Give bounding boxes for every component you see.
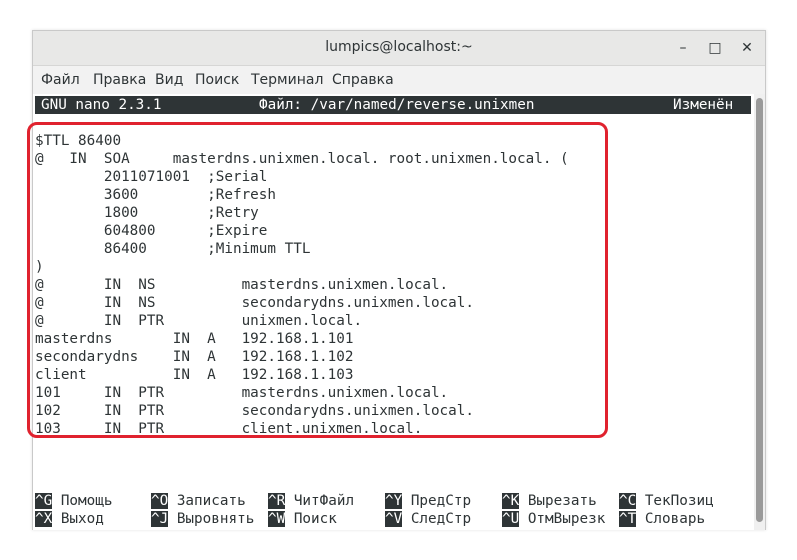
menu-terminal[interactable]: Терминал <box>251 72 323 88</box>
shortcut-key: ^U <box>502 511 520 527</box>
maximize-button[interactable]: □ <box>704 37 726 59</box>
shortcut-uncut[interactable]: ^U ОтмВырезк <box>502 510 605 528</box>
shortcut-key: ^J <box>151 511 169 527</box>
highlight-frame <box>27 122 608 438</box>
shortcut-prev-page[interactable]: ^Y ПредСтр <box>385 492 471 510</box>
shortcut-justify[interactable]: ^J Выровнять <box>151 510 254 528</box>
minimize-button[interactable]: – <box>672 37 694 59</box>
menu-help[interactable]: Справка <box>332 72 394 88</box>
menu-edit[interactable]: Правка <box>93 72 146 88</box>
shortcut-label: ТекПозиц <box>644 493 714 509</box>
shortcut-key: ^C <box>619 493 637 509</box>
shortcut-label: Выход <box>60 511 104 527</box>
shortcut-label: Записать <box>176 493 246 509</box>
shortcut-spell[interactable]: ^T Словарь <box>619 510 705 528</box>
shortcut-label: Вырезать <box>527 493 597 509</box>
shortcut-cur-pos[interactable]: ^C ТекПозиц <box>619 492 714 510</box>
shortcut-key: ^V <box>385 511 403 527</box>
shortcut-label: СледСтр <box>410 511 472 527</box>
shortcut-label: ПредСтр <box>410 493 472 509</box>
shortcut-label: ОтмВырезк <box>527 511 606 527</box>
menu-view[interactable]: Вид <box>155 72 183 88</box>
menu-search[interactable]: Поиск <box>195 72 239 88</box>
shortcut-key: ^O <box>151 493 169 509</box>
menu-bar: Файл Правка Вид Поиск Терминал Справка <box>33 66 765 94</box>
shortcut-key: ^T <box>619 511 637 527</box>
shortcut-cut[interactable]: ^K Вырезать <box>502 492 597 510</box>
shortcut-label: Помощь <box>60 493 113 509</box>
shortcut-label: Поиск <box>293 511 337 527</box>
shortcut-key: ^W <box>268 511 286 527</box>
shortcut-write-out[interactable]: ^O Записать <box>151 492 246 510</box>
nano-modified-status: Изменён <box>673 97 734 113</box>
shortcut-label: ЧитФайл <box>293 493 355 509</box>
shortcut-read-file[interactable]: ^R ЧитФайл <box>268 492 354 510</box>
vertical-scrollbar[interactable] <box>754 94 765 530</box>
shortcut-where-is[interactable]: ^W Поиск <box>268 510 337 528</box>
shortcut-next-page[interactable]: ^V СледСтр <box>385 510 471 528</box>
shortcut-label: Выровнять <box>176 511 255 527</box>
nano-version: GNU nano 2.3.1 <box>41 97 162 113</box>
nano-filename: Файл: /var/named/reverse.unixmen <box>259 97 535 113</box>
shortcut-label: Словарь <box>644 511 706 527</box>
nano-header: GNU nano 2.3.1 Файл: /var/named/reverse.… <box>35 96 751 114</box>
menu-file[interactable]: Файл <box>41 72 80 88</box>
shortcut-key: ^Y <box>385 493 403 509</box>
shortcut-exit[interactable]: ^X Выход <box>35 510 104 528</box>
close-button[interactable]: ✕ <box>736 37 758 59</box>
scrollbar-thumb[interactable] <box>756 98 763 522</box>
shortcut-key: ^G <box>35 493 53 509</box>
shortcut-key: ^R <box>268 493 286 509</box>
window-title: lumpics@localhost:~ <box>325 39 473 55</box>
shortcut-help[interactable]: ^G Помощь <box>35 492 112 510</box>
shortcut-key: ^X <box>35 511 53 527</box>
shortcut-key: ^K <box>502 493 520 509</box>
title-bar[interactable]: lumpics@localhost:~ – □ ✕ <box>33 31 765 66</box>
